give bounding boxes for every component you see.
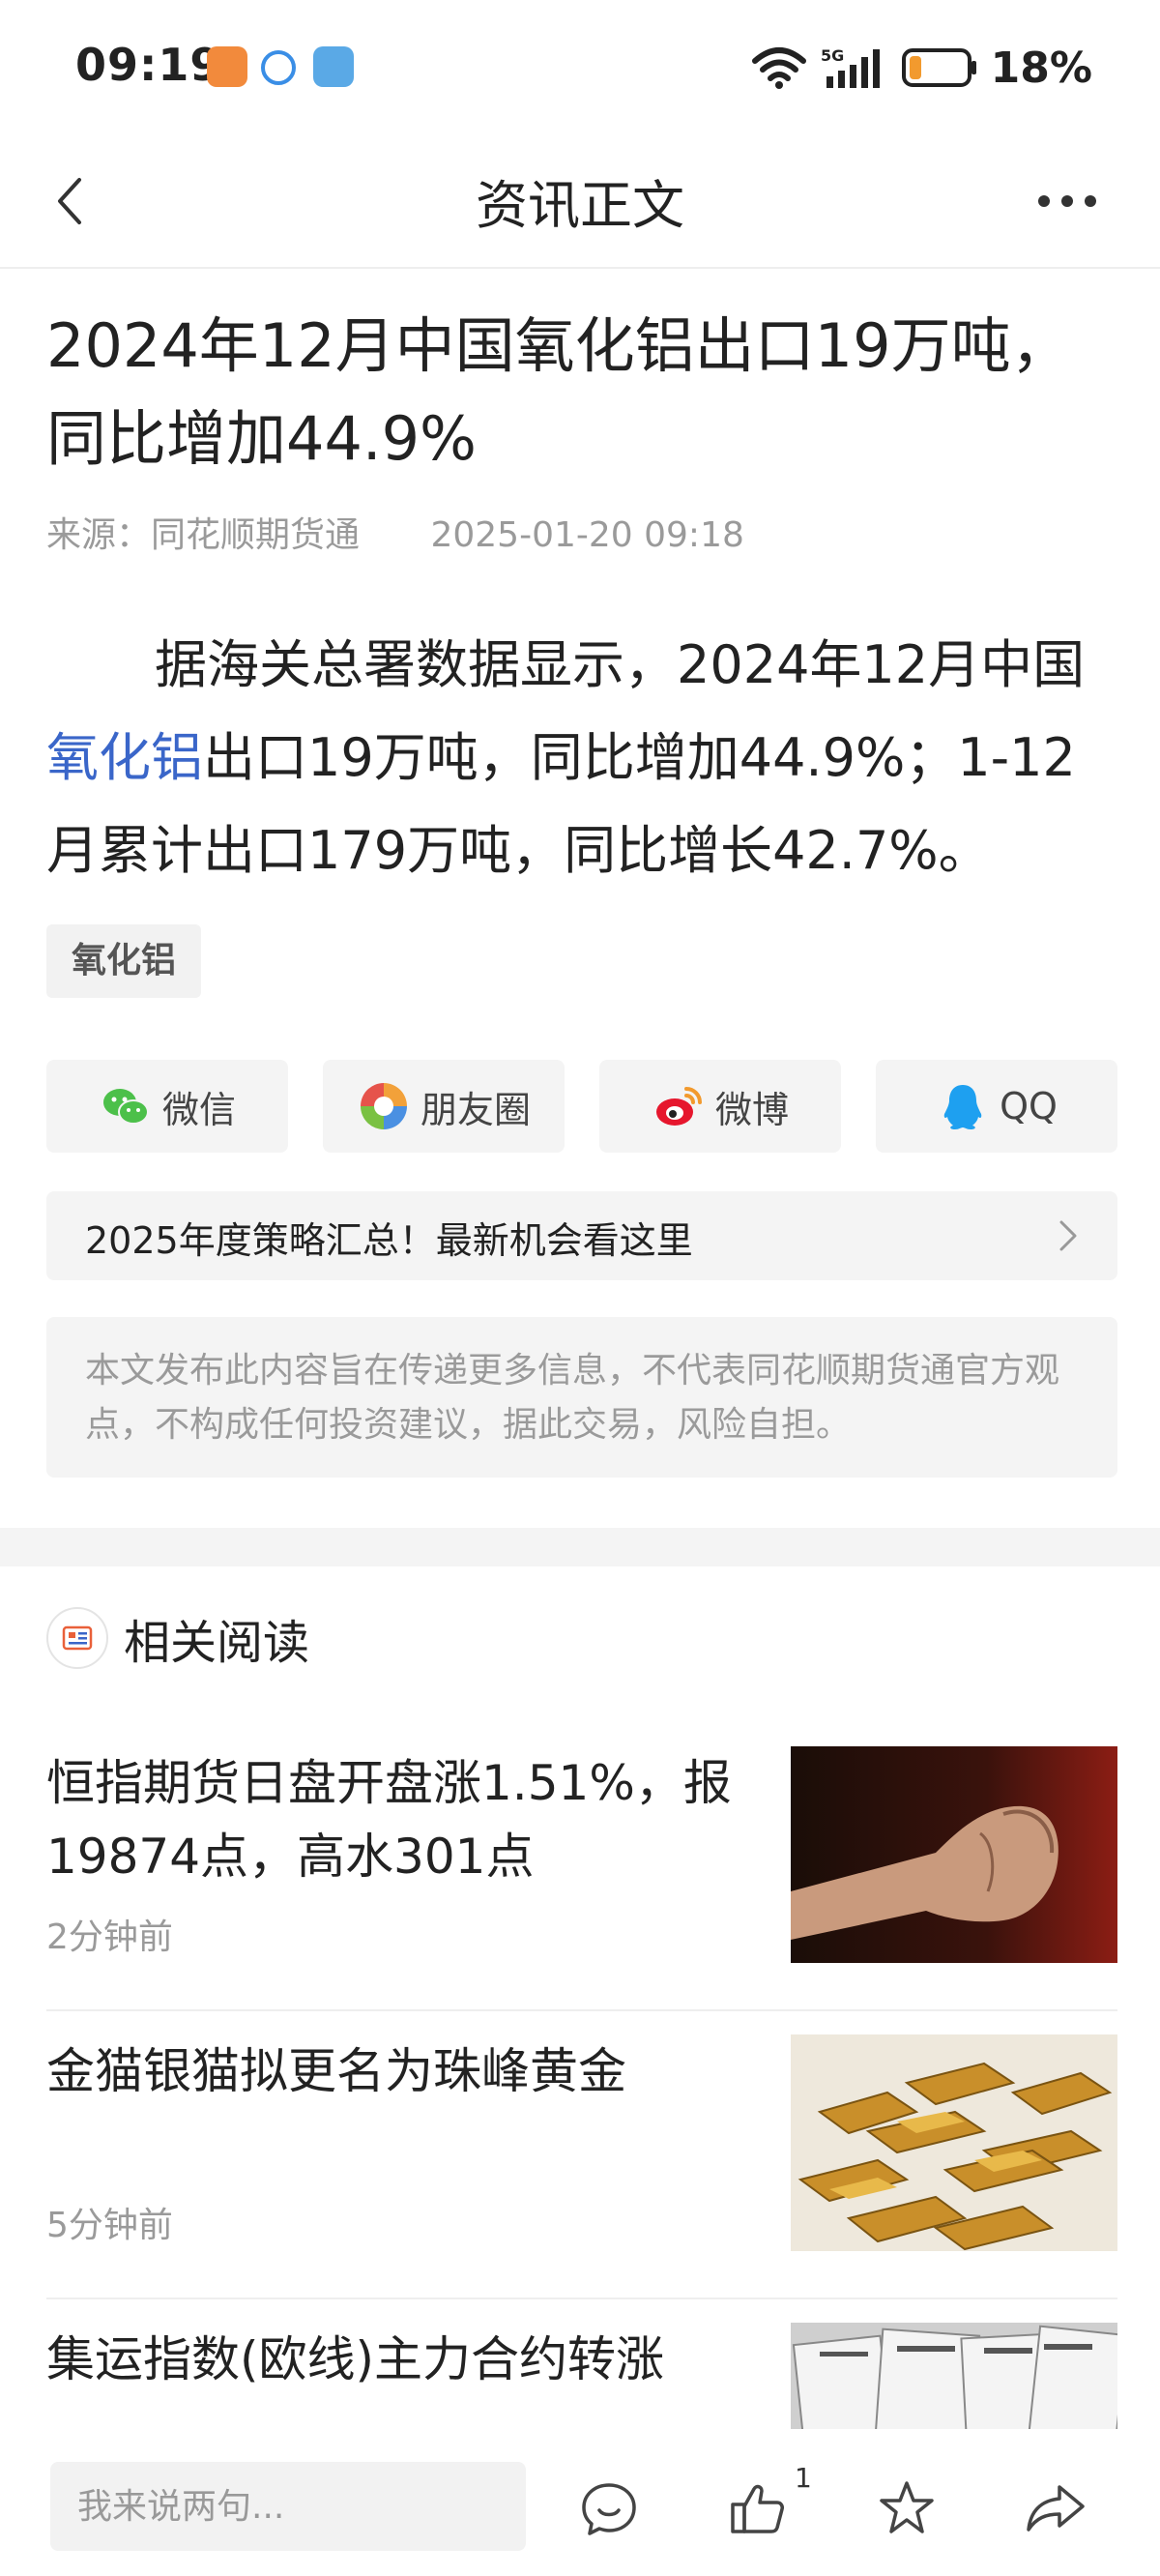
nav-header: 资讯正文	[0, 135, 1160, 269]
list-divider	[46, 2009, 1117, 2011]
related-headline: 金猫银猫拟更名为珠峰黄金	[46, 2043, 626, 2099]
wifi-icon	[751, 47, 806, 89]
article-title: 2024年12月中国氧化铝出口19万吨， 同比增加44.9%	[46, 300, 1119, 485]
related-headline: 集运指数(欧线)主力合约转涨	[46, 2331, 665, 2387]
share-qq-label: QQ	[1000, 1085, 1058, 1127]
cellular-signal-icon: 5G	[821, 46, 880, 88]
qq-penguin-icon	[943, 1085, 982, 1129]
status-bar: 09:19 5G 18%	[0, 0, 1160, 135]
strategy-promo-banner[interactable]: 2025年度策略汇总！最新机会看这里	[46, 1191, 1117, 1280]
share-arrow-icon[interactable]	[1025, 2477, 1087, 2539]
newspapers-photo	[791, 2323, 1117, 2429]
article-title-line1: 2024年12月中国氧化铝出口19万吨，	[46, 310, 1071, 381]
app-notification-icon	[207, 46, 247, 87]
related-time: 5分钟前	[46, 2206, 173, 2245]
status-time: 09:19	[75, 39, 222, 91]
article-title-line2: 同比增加44.9%	[46, 403, 477, 474]
moments-icon	[360, 1083, 407, 1129]
share-moments-button[interactable]: 朋友圈	[323, 1060, 565, 1153]
like-thumbs-up-icon[interactable]	[727, 2477, 789, 2539]
share-moments-label: 朋友圈	[420, 1088, 531, 1131]
body-keyword-link[interactable]: 氧化铝	[46, 727, 203, 788]
chevron-right-icon	[1059, 1220, 1077, 1251]
article-tag[interactable]: 氧化铝	[46, 924, 202, 998]
wechat-icon	[102, 1089, 149, 1125]
related-headline: 恒指期货日盘开盘涨1.51%，报19874点，高水301点	[46, 1755, 732, 1885]
article-source: 来源：同花顺期货通	[46, 515, 361, 555]
list-icon	[46, 1607, 108, 1669]
related-item[interactable]: 集运指数(欧线)主力合约转涨	[46, 2323, 1117, 2429]
share-qq-button[interactable]: QQ	[876, 1060, 1117, 1153]
list-divider	[46, 2298, 1117, 2299]
article-meta: 来源：同花顺期货通 2025-01-20 09:18	[46, 507, 744, 557]
share-wechat-button[interactable]: 微信	[46, 1060, 288, 1153]
fist-photo	[791, 1746, 1117, 1963]
favorite-star-icon[interactable]	[876, 2477, 938, 2539]
article-body-text-1: 据海关总署数据显示，2024年12月中国	[155, 634, 1086, 695]
disclaimer: 本文发布此内容旨在传递更多信息，不代表同花顺期货通官方观点，不构成任何投资建议，…	[46, 1317, 1117, 1478]
battery-percentage: 18%	[990, 43, 1092, 93]
weibo-icon	[655, 1087, 702, 1126]
svg-text:5G: 5G	[821, 46, 844, 65]
bottom-action-bar: 1	[0, 2433, 1160, 2576]
related-reading-title: 相关阅读	[124, 1616, 310, 1670]
comment-bubble-icon[interactable]	[578, 2477, 640, 2539]
gold-bars-photo	[791, 2034, 1117, 2251]
article-date: 2025-01-20 09:18	[430, 515, 744, 555]
article-body: 据海关总署数据显示，2024年12月中国氧化铝出口19万吨，同比增加44.9%；…	[46, 619, 1121, 897]
promo-text: 2025年度策略汇总！最新机会看这里	[85, 1219, 693, 1262]
more-options-icon[interactable]	[1029, 182, 1106, 220]
status-indicators: 5G 18%	[751, 39, 1092, 97]
section-divider	[0, 1528, 1160, 1566]
app-notification-icon-2	[313, 46, 354, 87]
comment-input[interactable]	[50, 2462, 526, 2551]
share-weibo-button[interactable]: 微博	[599, 1060, 841, 1153]
related-time: 2分钟前	[46, 1917, 173, 1957]
chat-notification-icon	[261, 50, 296, 85]
page-title: 资讯正文	[476, 175, 684, 236]
related-item[interactable]: 金猫银猫拟更名为珠峰黄金 5分钟前	[46, 2034, 1117, 2276]
share-wechat-label: 微信	[161, 1088, 236, 1131]
battery-icon	[901, 48, 976, 87]
related-reading-header: 相关阅读	[46, 1605, 309, 1671]
related-item[interactable]: 恒指期货日盘开盘涨1.51%，报19874点，高水301点 2分钟前	[46, 1746, 1117, 1988]
share-weibo-label: 微博	[714, 1088, 789, 1131]
like-count: 1	[795, 2462, 812, 2494]
share-row: 微信 朋友圈 微博 QQ	[46, 1060, 1117, 1153]
